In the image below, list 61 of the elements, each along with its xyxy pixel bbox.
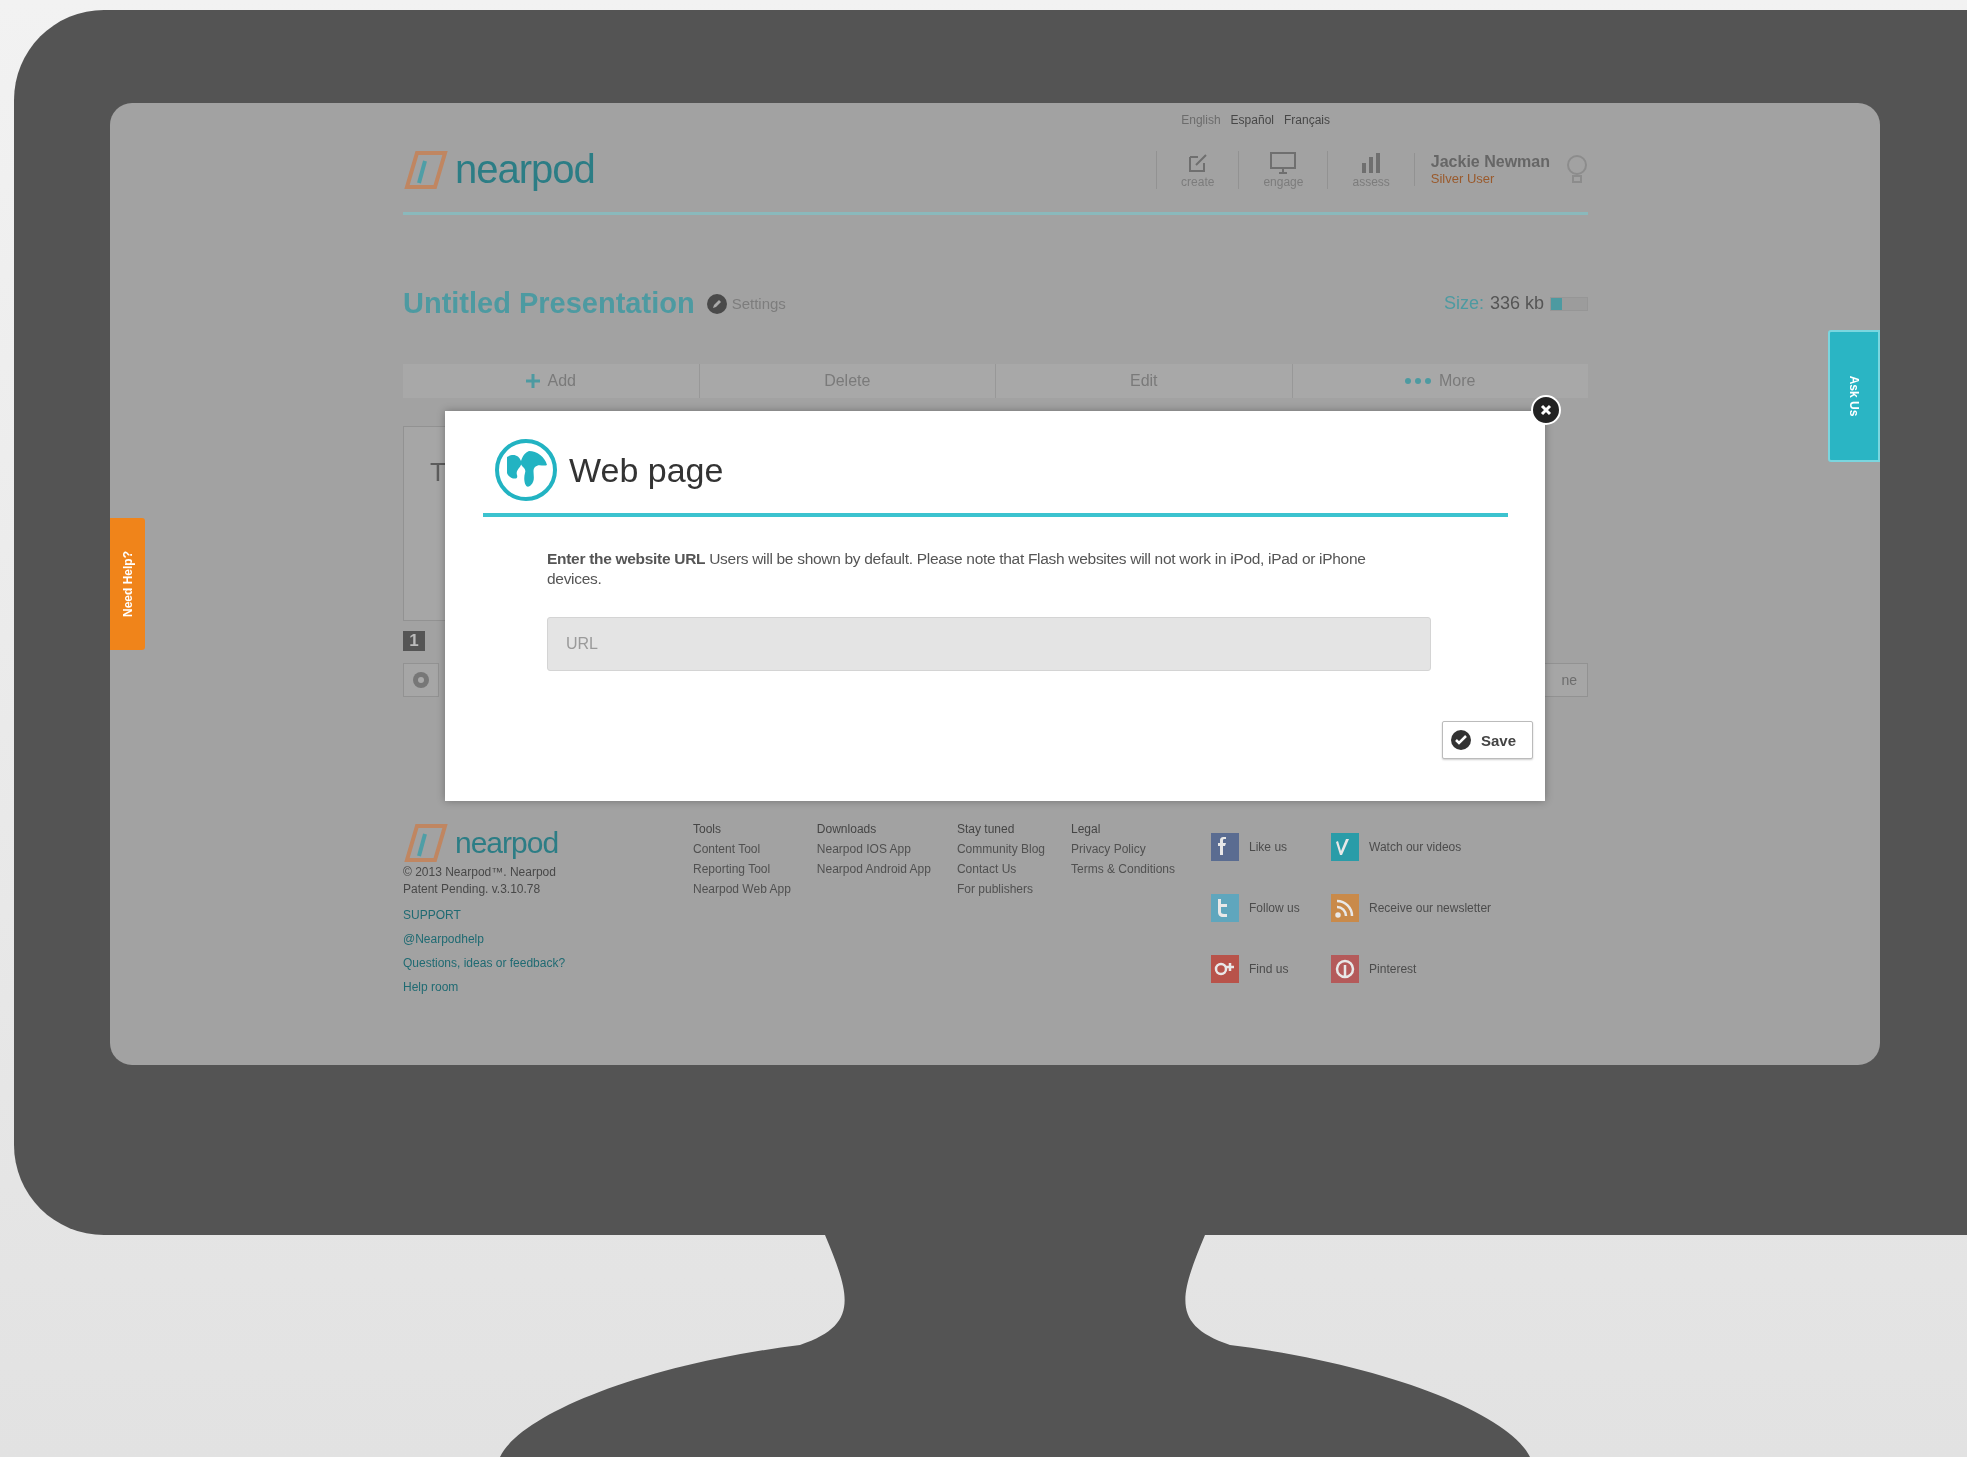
language-link[interactable]: Français [1284, 113, 1330, 127]
logo-text: nearpod [455, 147, 595, 192]
check-circle-icon [1450, 730, 1471, 750]
circle-icon [412, 671, 430, 689]
size-value: 336 kb [1489, 293, 1544, 314]
social-link[interactable]: Find us [1211, 943, 1332, 994]
ask-us-tab[interactable]: Ask Us [1828, 330, 1880, 462]
column-heading: Tools [693, 822, 722, 836]
dialog-title: Web page [569, 450, 724, 490]
size-label: Size: [1443, 293, 1484, 314]
column-heading: Downloads [816, 822, 878, 836]
plus-icon [525, 374, 540, 388]
footer-link[interactable]: Community Blog [956, 842, 1045, 856]
footer-link[interactable]: Questions, ideas or feedback? [403, 956, 693, 970]
round-button[interactable] [403, 663, 439, 697]
column-heading: Legal [1071, 822, 1102, 836]
user-role: Silver User [1430, 171, 1496, 186]
social-label: Follow us [1249, 901, 1300, 915]
social-label: Receive our newsletter [1369, 901, 1492, 915]
column-heading: Stay tuned [956, 822, 1016, 836]
copyright-text: Patent Pending. v.3.10.78 [403, 881, 542, 898]
logo-text: nearpod [455, 826, 559, 860]
url-field[interactable]: URL [547, 617, 1431, 671]
dots-icon [1405, 378, 1431, 384]
logo-mark-icon [403, 822, 449, 864]
footer-link[interactable]: Help room [403, 980, 693, 994]
monitor-icon [1269, 150, 1298, 175]
globe-icon [495, 439, 557, 501]
footer-link[interactable]: @Nearpodhelp [403, 932, 693, 946]
footer-link[interactable]: For publishers [956, 882, 1045, 896]
footer-link[interactable]: Terms & Conditions [1071, 862, 1176, 876]
language-link[interactable]: Español [1230, 113, 1274, 127]
save-button[interactable]: Save [1441, 721, 1533, 759]
footer-link[interactable]: Privacy Policy [1071, 842, 1176, 856]
slide-number: 1 [403, 631, 425, 651]
instruction-text: Enter the website URL Users will be shown by default. Please note that Flash websites will not work in iPod, iPad or iPhone devices. [547, 549, 1367, 589]
social-label: Like us [1249, 840, 1288, 855]
storage-meter [1550, 296, 1588, 311]
footer-link[interactable]: Nearpod IOS App [816, 842, 931, 856]
pencil-icon [706, 293, 727, 314]
footer-link[interactable]: Nearpod Android App [816, 862, 931, 876]
social-label: Find us [1249, 961, 1289, 976]
need-help-tab[interactable]: Need Help? [110, 518, 145, 650]
close-button[interactable] [1531, 395, 1561, 425]
footer-link[interactable]: SUPPORT [403, 908, 693, 922]
social-link[interactable]: Pinterest [1331, 943, 1512, 994]
social-link[interactable]: Like us [1211, 822, 1332, 873]
user-name: Jackie Newman [1430, 153, 1550, 171]
social-label: Pinterest [1369, 961, 1417, 976]
copyright-text: © 2013 Nearpod™. Nearpod [403, 864, 557, 881]
logo-mark-icon [403, 148, 449, 191]
footer-link[interactable]: Content Tool [693, 842, 791, 856]
footer-link[interactable]: Reporting Tool [693, 862, 791, 876]
footer-link[interactable]: Contact Us [956, 862, 1045, 876]
close-icon [1540, 404, 1552, 416]
presentation-title: Untitled Presentation [403, 287, 695, 320]
social-link[interactable]: Follow us [1211, 882, 1332, 934]
social-label: Watch our videos [1369, 840, 1462, 855]
social-link[interactable]: Receive our newsletter [1331, 882, 1512, 934]
social-link[interactable]: Watch our videos [1331, 822, 1512, 873]
footer-link[interactable]: Nearpod Web App [693, 882, 791, 896]
